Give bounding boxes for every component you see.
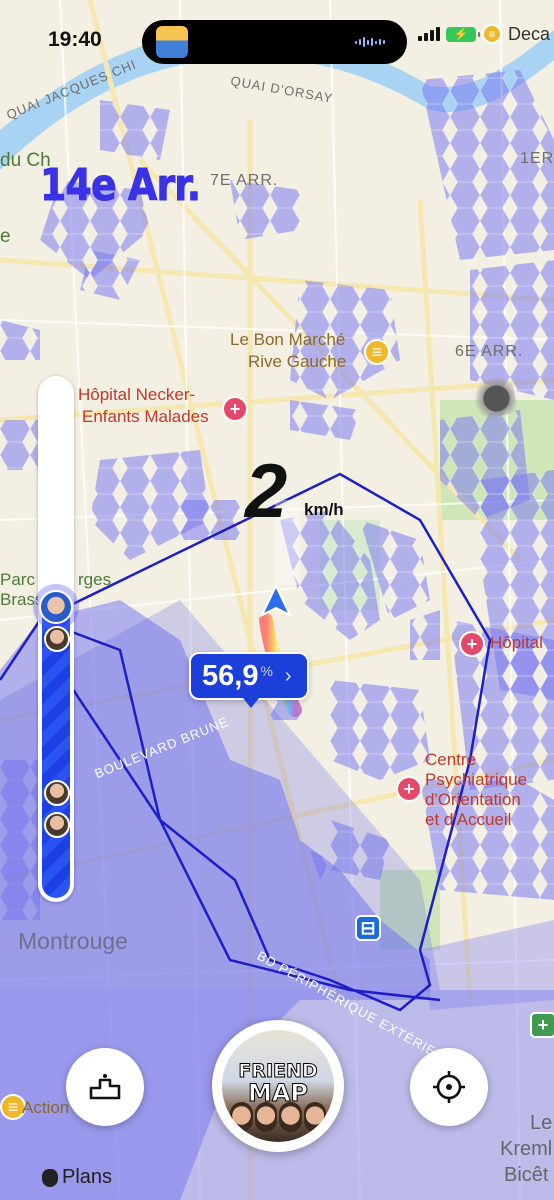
coverage-badge[interactable]: 56,9 % › <box>189 652 309 700</box>
friend-avatar[interactable] <box>44 812 70 838</box>
bag-icon[interactable]: ≡ <box>364 339 390 365</box>
friend-map-button[interactable]: FRIEND MAP <box>212 1020 344 1152</box>
poi-necker-line1: Hôpital Necker- <box>78 385 196 404</box>
friends-photo <box>230 1102 326 1136</box>
poi-bon-marche-line2: Rive Gauche <box>248 352 347 371</box>
podium-icon <box>89 1074 121 1100</box>
now-playing-artwork <box>156 26 188 58</box>
landmark-photo-marker[interactable] <box>469 373 519 421</box>
map-label-kremlin-2: Kreml <box>500 1138 553 1160</box>
map-label-kremlin-3: Bicêt <box>504 1164 549 1186</box>
audio-wave-icon <box>355 37 385 47</box>
status-time: 19:40 <box>48 28 102 51</box>
status-indicators: ⚡ ≡ Deca <box>417 14 554 54</box>
map-label-e: e <box>0 226 11 247</box>
apple-icon <box>42 1168 58 1187</box>
map-label-arr-7: 7E ARR. <box>210 172 279 189</box>
map-label-arr-6: 6E ARR. <box>455 343 524 360</box>
map-label-arr-1: 1ER <box>520 150 554 167</box>
poi-centre-line1: Centre <box>425 750 477 769</box>
hospital-icon[interactable]: + <box>396 776 422 802</box>
recenter-button[interactable] <box>410 1048 488 1126</box>
poi-centre-line2: Psychiatrique <box>425 770 528 789</box>
chevron-right-icon: › <box>284 664 292 687</box>
poi-centre-line3: d'Orientation <box>425 790 521 809</box>
maps-attribution-text: Plans <box>62 1166 113 1188</box>
poi-necker-line2: Enfants Malades <box>82 407 209 426</box>
map-label-kremlin-1: Le <box>530 1112 553 1134</box>
poi-bon-marche-line1: Le Bon Marché <box>230 330 346 349</box>
map-label-montrouge: Montrouge <box>18 928 128 954</box>
dynamic-island[interactable] <box>142 20 407 64</box>
friend-map-artwork: FRIEND MAP <box>222 1030 334 1142</box>
coverage-badge-tail <box>243 698 259 708</box>
bag-icon: ≡ <box>481 24 502 44</box>
poi-parc-line2: rges <box>78 570 112 589</box>
poi-parc-line1: Parc <box>0 570 35 589</box>
hospital-icon[interactable]: + <box>459 631 485 657</box>
battery-charging-icon: ⚡ <box>445 26 480 42</box>
poi-parc-line3: Brass <box>0 590 44 609</box>
speed-unit: km/h <box>304 500 344 519</box>
plus-marker-icon[interactable]: + <box>530 1012 554 1038</box>
speed-value: 2 <box>245 449 288 534</box>
maps-attribution: Plans <box>42 1166 112 1189</box>
coverage-symbol: % <box>260 663 273 679</box>
metro-icon[interactable]: ⊟ <box>355 915 381 941</box>
cellular-signal-icon <box>417 27 440 41</box>
user-avatar[interactable] <box>39 590 73 624</box>
poi-centre-line4: et d'Accueil <box>425 810 512 829</box>
leaderboard-button[interactable] <box>66 1048 144 1126</box>
location-arrow-icon <box>259 584 293 618</box>
hospital-icon[interactable]: + <box>222 396 248 422</box>
friend-map-line2: MAP <box>247 1079 309 1107</box>
status-app-label: Deca <box>507 23 550 44</box>
poi-hopital-right: Hôpital <box>490 633 543 652</box>
poi-action: Action <box>22 1098 70 1117</box>
friend-map-title: FRIEND MAP <box>222 1060 334 1107</box>
friend-avatar[interactable] <box>44 780 70 806</box>
crosshair-icon <box>433 1071 465 1103</box>
coverage-value: 56,9 <box>202 659 259 692</box>
friend-avatar[interactable] <box>44 626 70 652</box>
district-title: 14e Arr. <box>40 160 202 212</box>
